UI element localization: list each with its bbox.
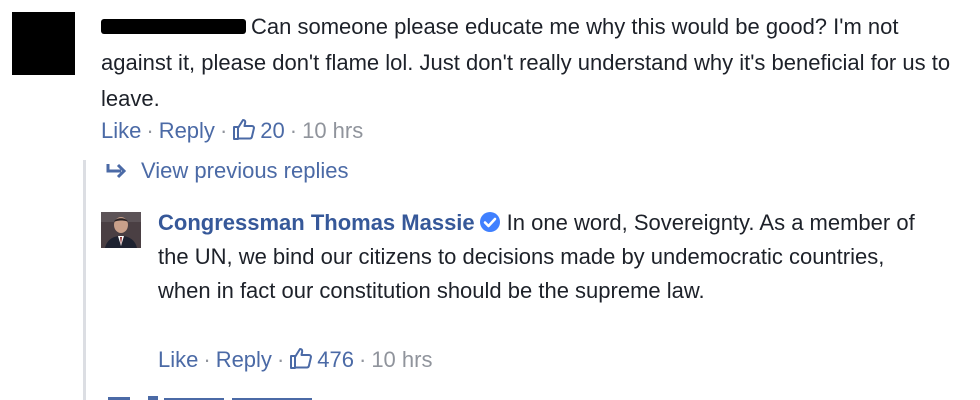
reply-like-link[interactable]: Like: [158, 347, 198, 372]
commenter-avatar-redacted[interactable]: [12, 12, 75, 75]
separator-dot: ·: [289, 118, 298, 143]
thumbs-up-icon: [233, 119, 256, 140]
separator-dot: ·: [276, 347, 285, 372]
view-previous-replies-label: View previous replies: [141, 158, 349, 183]
reply-arrow-icon: [106, 163, 127, 179]
comment-like-count-value: 20: [260, 118, 285, 143]
comment-like-count[interactable]: 20: [232, 118, 285, 143]
view-more-replies-link-cutoff[interactable]: [108, 390, 348, 400]
separator-dot: ·: [219, 118, 228, 143]
thumbs-up-icon: [290, 348, 313, 369]
reply-like-count-value: 476: [317, 347, 354, 372]
view-previous-replies-link[interactable]: View previous replies: [105, 158, 348, 184]
verified-badge-icon: [479, 212, 500, 232]
reply-body: Congressman Thomas Massie In one word, So…: [158, 206, 938, 308]
avatar-portrait: [101, 212, 141, 248]
reply-author-avatar[interactable]: [101, 212, 141, 248]
reply-actions: Like · Reply · 476 · 10 hrs: [158, 346, 432, 373]
cutoff-text-glyphs: [108, 396, 312, 400]
separator-dot: ·: [358, 347, 367, 372]
comment-timestamp[interactable]: 10 hrs: [302, 118, 363, 143]
reply-timestamp[interactable]: 10 hrs: [371, 347, 432, 372]
reply-reply-link[interactable]: Reply: [216, 347, 272, 372]
comment-actions: Like · Reply · 20 · 10 hrs: [101, 117, 363, 144]
comment-reply-link[interactable]: Reply: [159, 118, 215, 143]
reply-like-count[interactable]: 476: [289, 347, 354, 372]
commenter-name-redacted[interactable]: [101, 19, 246, 34]
comment-like-link[interactable]: Like: [101, 118, 141, 143]
reply-thread-line: [83, 160, 86, 400]
separator-dot: ·: [146, 118, 154, 143]
reply-author-name[interactable]: Congressman Thomas Massie: [158, 210, 475, 235]
separator-dot: ·: [203, 347, 211, 372]
